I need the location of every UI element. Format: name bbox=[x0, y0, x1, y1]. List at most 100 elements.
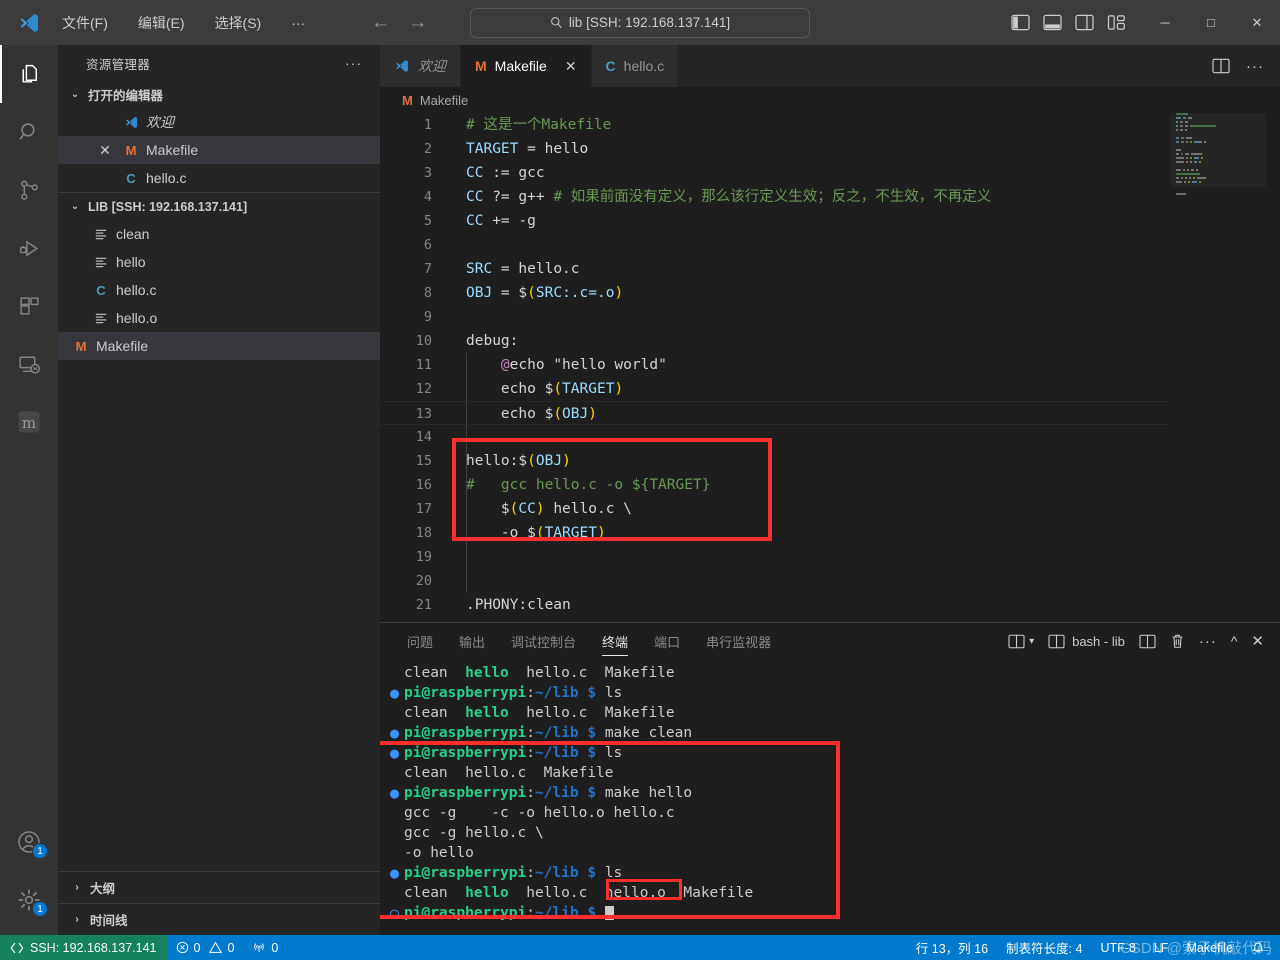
section-timeline[interactable]: › 时间线 bbox=[58, 903, 380, 935]
open-editor-welcome[interactable]: 欢迎 bbox=[58, 108, 380, 136]
terminal-content[interactable]: clean hello hello.c Makefile ● pi@raspberr… bbox=[380, 659, 1280, 935]
code-line[interactable]: 16 # gcc hello.c -o ${TARGET} bbox=[380, 473, 1280, 497]
activity-extensions[interactable] bbox=[0, 277, 58, 335]
minimap[interactable] bbox=[1170, 113, 1266, 622]
code-line[interactable]: 4 CC ?= g++ # 如果前面没有定义，那么该行定义生效；反之，不生效，不再… bbox=[380, 185, 1280, 209]
status-eol[interactable]: LF bbox=[1145, 935, 1178, 960]
chevron-up-icon[interactable]: ^ bbox=[1231, 633, 1238, 649]
toggle-secondary-sidebar-icon[interactable] bbox=[1075, 14, 1094, 31]
code-line[interactable]: 8 OBJ = $(SRC:.c=.o) bbox=[380, 281, 1280, 305]
panel-tab-terminal[interactable]: 终端 bbox=[589, 623, 641, 659]
code-text[interactable]: CC := gcc bbox=[454, 161, 1280, 185]
status-ports[interactable]: 0 bbox=[243, 935, 287, 960]
more-actions-icon[interactable]: ··· bbox=[1199, 633, 1217, 650]
code-text[interactable]: $(CC) hello.c \ bbox=[454, 497, 1280, 521]
code-line[interactable]: 18 -o $(TARGET) bbox=[380, 521, 1280, 545]
panel-tab-serial-monitor[interactable]: 串行监视器 bbox=[693, 623, 784, 659]
code-text[interactable] bbox=[454, 305, 1280, 329]
file-makefile[interactable]: M Makefile bbox=[58, 332, 380, 360]
editor-scrollbar[interactable] bbox=[1266, 113, 1280, 622]
code-text[interactable]: echo $(OBJ) bbox=[454, 402, 1280, 424]
toggle-panel-icon[interactable] bbox=[1043, 14, 1062, 31]
code-line[interactable]: 13 echo $(OBJ) bbox=[380, 401, 1280, 425]
file-hello-c[interactable]: C hello.c bbox=[58, 276, 380, 304]
code-text[interactable]: debug: bbox=[454, 329, 1280, 353]
code-text[interactable]: # gcc hello.c -o ${TARGET} bbox=[454, 473, 1280, 497]
command-decoration-icon[interactable]: ● bbox=[390, 863, 404, 883]
forward-arrow-icon[interactable]: → bbox=[408, 13, 427, 32]
status-encoding[interactable]: UTF-8 bbox=[1091, 935, 1144, 960]
section-outline[interactable]: › 大纲 bbox=[58, 871, 380, 903]
code-text[interactable]: CC ?= g++ # 如果前面没有定义，那么该行定义生效；反之，不生效，不再定… bbox=[454, 185, 1280, 209]
code-line[interactable]: 10 debug: bbox=[380, 329, 1280, 353]
menu-file[interactable]: 文件(F) bbox=[58, 10, 112, 36]
file-clean[interactable]: clean bbox=[58, 220, 380, 248]
status-remote-host[interactable]: SSH: 192.168.137.141 bbox=[0, 935, 167, 960]
code-line[interactable]: 12 echo $(TARGET) bbox=[380, 377, 1280, 401]
code-text[interactable]: -o $(TARGET) bbox=[454, 521, 1280, 545]
split-editor-icon[interactable] bbox=[1212, 58, 1230, 74]
more-actions-icon[interactable]: ··· bbox=[1246, 58, 1264, 75]
code-text[interactable]: SRC = hello.c bbox=[454, 257, 1280, 281]
panel-tab-problems[interactable]: 问题 bbox=[394, 623, 446, 659]
trash-icon[interactable] bbox=[1170, 633, 1185, 649]
code-line[interactable]: 17 $(CC) hello.c \ bbox=[380, 497, 1280, 521]
command-decoration-icon[interactable]: ● bbox=[390, 683, 404, 703]
code-line[interactable]: 7 SRC = hello.c bbox=[380, 257, 1280, 281]
close-button[interactable]: ✕ bbox=[1234, 0, 1280, 45]
panel-tab-output[interactable]: 输出 bbox=[446, 623, 498, 659]
activity-platformio[interactable]: m bbox=[0, 393, 58, 451]
code-text[interactable]: # 这是一个Makefile bbox=[454, 113, 1280, 137]
activity-source-control[interactable] bbox=[0, 161, 58, 219]
code-line[interactable]: 15 hello:$(OBJ) bbox=[380, 449, 1280, 473]
status-notifications[interactable] bbox=[1242, 935, 1274, 960]
command-decoration-icon[interactable]: ● bbox=[390, 743, 404, 763]
status-language-mode[interactable]: Makefile bbox=[1177, 935, 1242, 960]
code-line[interactable]: 14 bbox=[380, 425, 1280, 449]
activity-accounts[interactable]: 1 bbox=[0, 813, 58, 871]
code-text[interactable] bbox=[454, 425, 1280, 449]
panel-tab-ports[interactable]: 端口 bbox=[641, 623, 693, 659]
activity-run-debug[interactable] bbox=[0, 219, 58, 277]
window-controls[interactable]: ─ □ ✕ bbox=[1142, 0, 1280, 45]
code-line[interactable]: 2 TARGET = hello bbox=[380, 137, 1280, 161]
code-editor[interactable]: 1 # 这是一个Makefile 2 TARGET = hello 3 CC := gcc… bbox=[380, 113, 1280, 622]
section-workspace[interactable]: ⌄ LIB [SSH: 192.168.137.141] bbox=[58, 193, 380, 220]
breadcrumb[interactable]: M Makefile bbox=[380, 87, 1280, 113]
section-open-editors[interactable]: ⌄ 打开的编辑器 bbox=[58, 81, 380, 108]
code-line[interactable]: 9 bbox=[380, 305, 1280, 329]
status-cursor-position[interactable]: 行 13，列 16 bbox=[907, 935, 997, 960]
code-line[interactable]: 20 bbox=[380, 569, 1280, 593]
close-icon[interactable]: ✕ bbox=[1251, 632, 1264, 650]
activity-remote-explorer[interactable] bbox=[0, 335, 58, 393]
open-editor-makefile[interactable]: ✕ M Makefile bbox=[58, 136, 380, 164]
code-content[interactable]: 1 # 这是一个Makefile 2 TARGET = hello 3 CC := gcc… bbox=[380, 113, 1280, 617]
code-text[interactable]: .PHONY:clean bbox=[454, 593, 1280, 617]
file-hello-o[interactable]: hello.o bbox=[58, 304, 380, 332]
code-line[interactable]: 6 bbox=[380, 233, 1280, 257]
split-terminal-dropdown-icon[interactable]: ▾ bbox=[1008, 634, 1034, 649]
code-line[interactable]: 5 CC += -g bbox=[380, 209, 1280, 233]
code-line[interactable]: 3 CC := gcc bbox=[380, 161, 1280, 185]
panel-tab-debug-console[interactable]: 调试控制台 bbox=[498, 623, 589, 659]
code-line[interactable]: 21 .PHONY:clean bbox=[380, 593, 1280, 617]
code-text[interactable]: echo $(TARGET) bbox=[454, 377, 1280, 401]
menu-more[interactable]: ··· bbox=[287, 12, 309, 34]
tab-helloc[interactable]: C hello.c bbox=[591, 45, 680, 87]
maximize-button[interactable]: □ bbox=[1188, 0, 1234, 45]
tab-makefile[interactable]: M Makefile ✕ bbox=[461, 45, 592, 87]
split-terminal-icon[interactable] bbox=[1139, 634, 1156, 649]
activity-search[interactable] bbox=[0, 103, 58, 161]
minimize-button[interactable]: ─ bbox=[1142, 0, 1188, 45]
code-text[interactable] bbox=[454, 569, 1280, 593]
command-center-search[interactable]: lib [SSH: 192.168.137.141] bbox=[470, 7, 810, 38]
terminal-selector[interactable]: bash - lib bbox=[1048, 634, 1125, 649]
status-problems[interactable]: 0 0 bbox=[167, 935, 244, 960]
command-decoration-icon[interactable]: ● bbox=[390, 783, 404, 803]
close-icon[interactable]: ✕ bbox=[565, 58, 577, 75]
activity-explorer[interactable] bbox=[0, 45, 58, 103]
code-line[interactable]: 19 bbox=[380, 545, 1280, 569]
activity-settings[interactable]: 1 bbox=[0, 871, 58, 929]
toggle-primary-sidebar-icon[interactable] bbox=[1011, 14, 1030, 31]
file-hello[interactable]: hello bbox=[58, 248, 380, 276]
